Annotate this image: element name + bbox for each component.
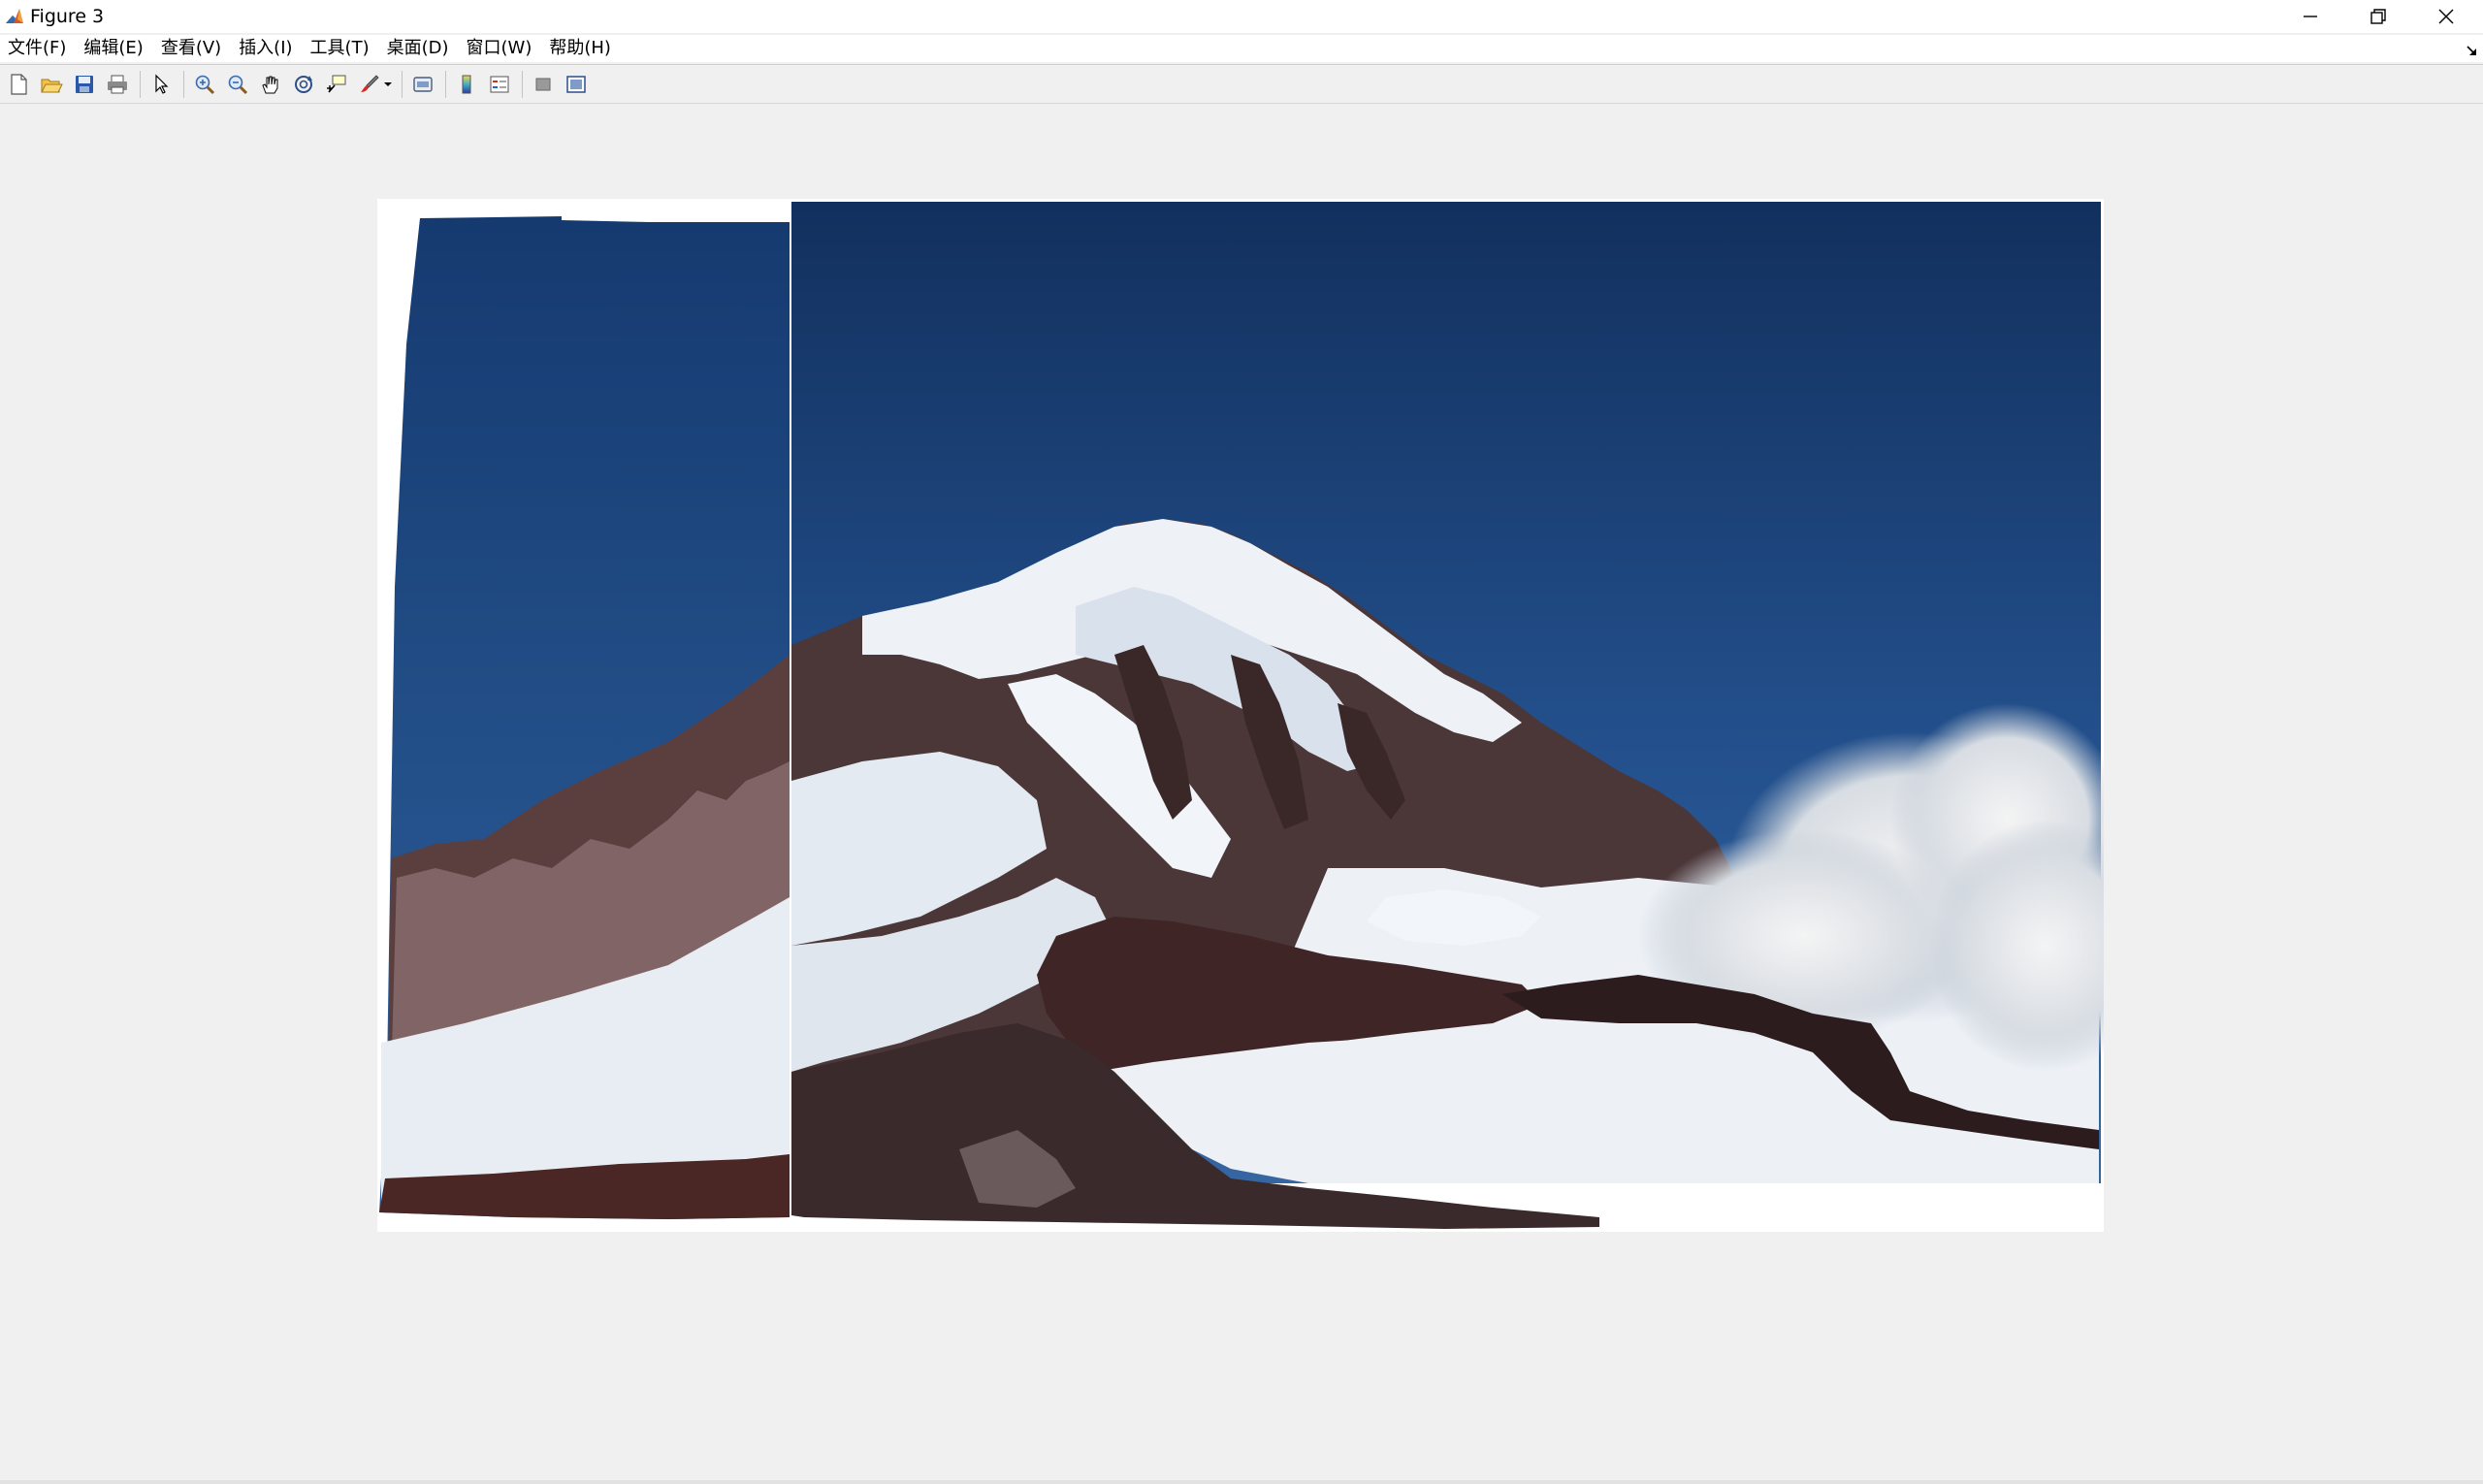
- zoom-out-icon: [228, 75, 248, 95]
- data-cursor-icon: [327, 75, 346, 93]
- hide-plot-tools-icon: [535, 78, 551, 91]
- menu-help[interactable]: 帮助(H): [540, 35, 620, 62]
- open-file-icon: [41, 79, 63, 93]
- brush-icon: [361, 75, 379, 92]
- window-bottom-edge: [0, 1480, 2483, 1484]
- toolbar-separator: [402, 71, 403, 98]
- menu-tools[interactable]: 工具(T): [302, 35, 378, 62]
- menu-file[interactable]: 文件(F): [0, 35, 75, 62]
- figure-toolbar: [0, 66, 2483, 103]
- edit-plot-button[interactable]: [146, 70, 176, 99]
- chevron-down-icon: [384, 82, 392, 86]
- menu-window[interactable]: 窗口(W): [458, 35, 541, 62]
- link-plot-button[interactable]: [408, 70, 437, 99]
- window-title: Figure 3: [30, 6, 105, 27]
- insert-colorbar-button[interactable]: [452, 70, 481, 99]
- minimize-button[interactable]: [2277, 0, 2343, 33]
- menu-bar: 文件(F) 编辑(E) 查看(V) 插入(I) 工具(T) 桌面(D) 窗口(W…: [0, 35, 2483, 62]
- minimize-icon: [2304, 16, 2317, 17]
- insert-legend-button[interactable]: [485, 70, 514, 99]
- matlab-icon: [4, 6, 25, 27]
- pan-button[interactable]: [256, 70, 285, 99]
- title-bar: Figure 3: [0, 0, 2483, 33]
- close-button[interactable]: [2413, 0, 2479, 33]
- restore-button[interactable]: [2345, 0, 2411, 33]
- hide-plot-tools-button[interactable]: [529, 70, 558, 99]
- toolbar-separator: [183, 71, 184, 98]
- panorama-image: [377, 199, 2104, 1232]
- new-figure-icon: [11, 74, 27, 95]
- show-plot-tools-icon: [566, 76, 586, 93]
- zoom-in-button[interactable]: [190, 70, 219, 99]
- data-cursor-button[interactable]: [322, 70, 351, 99]
- zoom-out-button[interactable]: [223, 70, 252, 99]
- menu-divider: [0, 64, 2483, 65]
- rotate-3d-button[interactable]: [289, 70, 318, 99]
- open-file-button[interactable]: [37, 70, 66, 99]
- toolbar-separator: [445, 71, 446, 98]
- pan-icon: [262, 76, 278, 94]
- dock-arrow-icon[interactable]: [2466, 43, 2479, 56]
- edit-plot-icon: [155, 74, 169, 94]
- save-icon: [76, 76, 93, 93]
- print-icon: [108, 75, 127, 94]
- close-icon: [2438, 9, 2454, 24]
- menu-insert[interactable]: 插入(I): [230, 35, 301, 62]
- insert-colorbar-icon: [462, 75, 471, 94]
- print-button[interactable]: [103, 70, 132, 99]
- toolbar-divider: [0, 103, 2483, 104]
- rotate-3d-icon: [295, 76, 312, 93]
- toolbar-separator: [522, 71, 523, 98]
- show-plot-tools-button[interactable]: [562, 70, 591, 99]
- restore-icon: [2370, 9, 2386, 24]
- link-plot-icon: [413, 77, 433, 92]
- menu-view[interactable]: 查看(V): [152, 35, 230, 62]
- menu-edit[interactable]: 编辑(E): [75, 35, 151, 62]
- save-button[interactable]: [70, 70, 99, 99]
- toolbar-separator: [140, 71, 141, 98]
- brush-dropdown[interactable]: [384, 70, 392, 99]
- insert-legend-icon: [490, 76, 509, 93]
- zoom-in-icon: [195, 75, 215, 95]
- figure-window: Figure 3 文件(F) 编辑(E) 查看(V) 插入(I) 工具(T) 桌…: [0, 0, 2483, 1484]
- menu-desktop[interactable]: 桌面(D): [378, 35, 458, 62]
- brush-button[interactable]: [355, 70, 384, 99]
- new-figure-button[interactable]: [4, 70, 33, 99]
